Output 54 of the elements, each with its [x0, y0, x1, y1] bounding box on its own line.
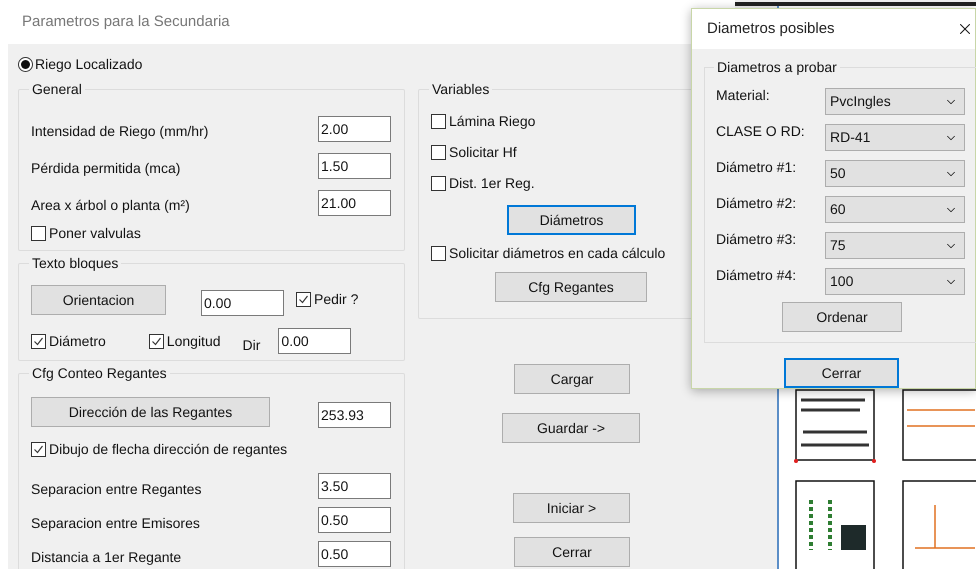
button[interactable]: Iniciar >: [513, 493, 630, 523]
checkbox[interactable]: Dibujo de flecha dirección de regantes: [31, 439, 392, 460]
checkbox[interactable]: Pedir ?: [296, 288, 358, 310]
input-field[interactable]: 0.50: [318, 507, 391, 533]
dropdown[interactable]: RD-41: [825, 124, 965, 151]
field-label: Area x árbol o planta (m²): [31, 196, 190, 215]
field-label: Material:: [716, 86, 771, 105]
input-field[interactable]: 21.00: [318, 190, 391, 216]
button[interactable]: Diámetros: [507, 205, 636, 235]
button[interactable]: Cfg Regantes: [495, 272, 647, 302]
field-label: CLASE O RD:: [716, 122, 806, 141]
input-field[interactable]: 2.00: [318, 116, 391, 142]
group-title: Cfg Conteo Regantes: [31, 364, 168, 383]
button[interactable]: Dirección de las Regantes: [31, 397, 270, 427]
checkbox[interactable]: Lámina Riego: [431, 106, 705, 137]
dialog-title: Diametros posibles: [707, 18, 835, 39]
input-field[interactable]: 0.50: [318, 541, 391, 567]
checkbox[interactable]: Poner valvulas: [31, 223, 392, 244]
field-label: Separacion entre Regantes: [31, 480, 202, 499]
radio-button[interactable]: Riego Localizado: [18, 55, 142, 73]
checkbox[interactable]: Diámetro: [31, 330, 106, 352]
checkbox[interactable]: Solicitar diámetros en cada cálculo: [431, 243, 705, 264]
field-label: Diámetro #2:: [716, 194, 798, 213]
dir-label: Dir: [242, 336, 260, 355]
group-title: Texto bloques: [31, 254, 120, 273]
input-field[interactable]: 0.00: [201, 290, 284, 316]
checkbox[interactable]: Dist. 1er Reg.: [431, 168, 705, 199]
checkbox[interactable]: Solicitar Hf: [431, 137, 705, 168]
input-field[interactable]: 253.93: [318, 402, 391, 428]
field-label: Intensidad de Riego (mm/hr): [31, 122, 208, 141]
input-field[interactable]: 3.50: [318, 473, 391, 499]
checkbox[interactable]: Longitud: [148, 330, 221, 352]
input-field[interactable]: 0.00: [278, 328, 352, 354]
dropdown[interactable]: 100: [825, 268, 965, 295]
button[interactable]: Orientacion: [31, 285, 166, 315]
group-title: Variables: [431, 80, 490, 99]
field-label: Diámetro #3:: [716, 230, 798, 249]
button[interactable]: Cargar: [514, 364, 630, 394]
dropdown[interactable]: PvcIngles: [825, 88, 965, 115]
dropdown[interactable]: 50: [825, 160, 965, 187]
dropdown[interactable]: 60: [825, 196, 965, 223]
button[interactable]: Ordenar: [782, 302, 902, 332]
field-label: Diámetro #1:: [716, 158, 798, 177]
button[interactable]: Guardar ->: [502, 413, 640, 443]
dropdown[interactable]: 75: [825, 232, 965, 259]
group-title: General: [31, 80, 83, 99]
field-label: Pérdida permitida (mca): [31, 159, 180, 178]
button[interactable]: Cerrar: [784, 358, 899, 388]
field-label: Separacion entre Emisores: [31, 514, 200, 533]
field-label: Diámetro #4:: [716, 266, 798, 285]
button[interactable]: Cerrar: [514, 537, 630, 567]
group-title: Diametros a probar: [716, 58, 838, 77]
input-field[interactable]: 1.50: [318, 152, 391, 178]
field-label: Distancia a 1er Regante: [31, 548, 182, 567]
